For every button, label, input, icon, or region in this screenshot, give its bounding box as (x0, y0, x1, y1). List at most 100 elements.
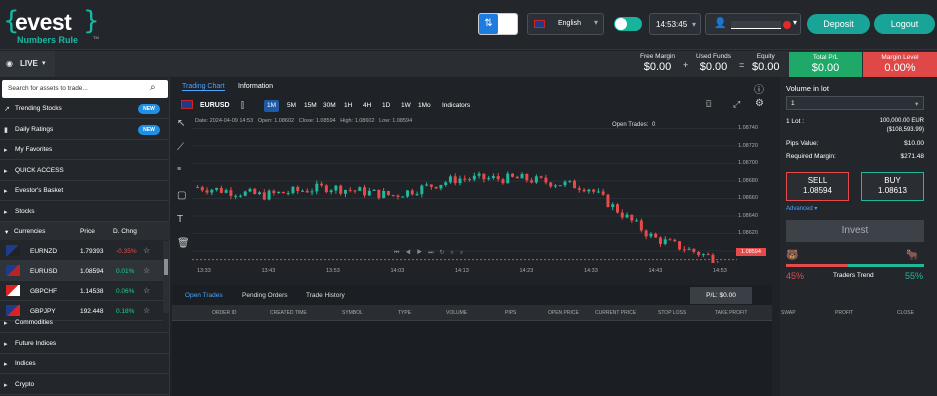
currency-row[interactable]: GBPCHF 1.14538 0.06% ☆ (0, 281, 163, 301)
free-margin-label: Free Margin (640, 53, 676, 60)
sidebar-item[interactable]: ▸ Crypto (0, 375, 170, 395)
timeframe-button[interactable]: 1W (398, 100, 414, 112)
candle-type-icon[interactable]: ⫿ (241, 100, 244, 111)
candle (210, 189, 214, 193)
star-icon[interactable]: ☆ (143, 266, 150, 275)
advanced-toggle[interactable]: Advanced ▾ (786, 205, 817, 212)
chevron-right-icon: ▸ (4, 167, 8, 175)
timeframe-button[interactable]: 1H (341, 100, 355, 112)
buy-price: 1.08613 (878, 186, 907, 195)
timeframe-button[interactable]: 30M (320, 100, 339, 112)
chart-symbol: EURUSD (200, 102, 230, 109)
timeframe-button[interactable]: 1Mo (415, 100, 434, 112)
tab-trading-chart[interactable]: Trading Chart (182, 83, 225, 91)
text-tool-icon[interactable]: T (177, 214, 183, 225)
moon-icon (615, 18, 627, 30)
fib-tool-icon[interactable]: ≡ (177, 166, 181, 173)
user-menu[interactable]: 👤 ▾ (705, 13, 801, 35)
table-column-header: SYMBOL (342, 310, 363, 316)
currency-symbol: GBPCHF (30, 288, 58, 295)
rectangle-tool-icon[interactable]: ▢ (177, 190, 186, 201)
currency-row[interactable]: EURUSD 1.08594 0.01% ☆ (0, 261, 163, 281)
currencies-header[interactable]: ▾ Currencies Price D. Chng (0, 222, 170, 240)
chevron-right-icon: ▸ (4, 147, 8, 154)
candle (334, 185, 338, 191)
sidebar-item[interactable]: ▸ Commodities (0, 313, 170, 333)
candle (224, 190, 228, 193)
chevron-right-icon: ▸ (4, 208, 8, 216)
tab-information[interactable]: Information (238, 83, 273, 90)
sidebar-item[interactable]: ↗ Trending Stocks NEW (0, 99, 170, 119)
candle (382, 190, 386, 198)
clock-select[interactable]: 14:53:45 ▾ (649, 13, 701, 35)
sidebar-item[interactable]: ▸ Stocks (0, 202, 170, 222)
logo[interactable]: { evest } Numbers Rule TM (3, 6, 103, 45)
camera-icon[interactable]: ⌼ (706, 99, 711, 110)
ohlc-info: Date: 2024-04-09 14:53 Open: 1.08602 Clo… (195, 118, 412, 124)
line-tool-icon[interactable]: ⟋ (177, 142, 184, 153)
star-icon[interactable]: ☆ (143, 246, 150, 255)
info-icon[interactable]: ⓘ (754, 81, 764, 96)
scrollbar-thumb[interactable] (164, 259, 168, 275)
buy-button[interactable]: BUY 1.08613 (861, 172, 924, 201)
cursor-tool-icon[interactable]: ↖ (177, 118, 185, 129)
sidebar-item[interactable]: ▸ Future Indices (0, 334, 170, 354)
timeframe-button[interactable]: 15M (301, 100, 320, 112)
currency-row[interactable]: EURNZD 1.79393 -0.35% ☆ (0, 241, 163, 261)
candle (697, 251, 701, 256)
sell-button[interactable]: SELL 1.08594 (786, 172, 849, 201)
chevron-right-icon: ▸ (4, 320, 8, 327)
theme-toggle[interactable] (614, 17, 642, 31)
candle (477, 173, 481, 176)
sidebar-item[interactable]: ▸ Indices (0, 354, 170, 374)
price-tick-label: 1.08740 (738, 125, 758, 131)
volume-select[interactable]: 1 ▾ (786, 96, 924, 110)
timeframe-button[interactable]: 1M (264, 100, 280, 112)
search-icon[interactable]: ⌕ (150, 82, 156, 93)
total-pl-label: Total P/L (812, 54, 839, 61)
sidebar-item[interactable]: ▸ QUICK ACCESS (0, 161, 170, 181)
deposit-button[interactable]: Deposit (807, 14, 870, 34)
candle (596, 191, 600, 193)
candle (482, 173, 486, 180)
time-tick-label: 13:53 (326, 268, 340, 274)
trades-tab[interactable]: Open Trades (185, 292, 223, 299)
swap-toggle[interactable]: ⇅ (478, 13, 518, 35)
star-icon[interactable]: ☆ (143, 286, 150, 295)
timeframe-button[interactable]: 1D (379, 100, 393, 112)
sidebar-item[interactable]: ▸ My Favorites (0, 140, 170, 160)
chevron-right-icon: ▸ (4, 188, 8, 195)
trades-tab[interactable]: Pending Orders (242, 292, 288, 299)
used-funds: Used Funds $0.00 (696, 53, 731, 73)
trades-tab[interactable]: Trade History (306, 292, 345, 299)
currency-scrollbar[interactable] (163, 241, 169, 313)
plus-sign: + (683, 60, 689, 70)
fullscreen-icon[interactable]: ⤢ (733, 99, 740, 110)
invest-button[interactable]: Invest (786, 220, 924, 242)
candle (549, 182, 553, 187)
equity-value: $0.00 (752, 61, 780, 73)
indicators-button[interactable]: Indicators (442, 102, 470, 109)
chart-navigation-controls[interactable]: ⏮◀▶⏭↻⌕⌕ (394, 249, 524, 258)
timeframe-button[interactable]: 4H (360, 100, 374, 112)
sidebar-item[interactable]: ▮ Daily Ratings NEW (0, 120, 170, 140)
language-select[interactable]: English ▾ (527, 13, 604, 35)
logout-button[interactable]: Logout (874, 14, 935, 34)
candle (525, 173, 529, 181)
live-mode-select[interactable]: ◉ LIVE ▾ (0, 51, 55, 77)
bear-percent: 45% (786, 271, 805, 281)
settings-gear-icon[interactable]: ⚙ (755, 98, 764, 109)
candle (515, 176, 519, 179)
candle (219, 187, 223, 193)
candle (616, 204, 619, 213)
candle (534, 176, 538, 183)
candle (396, 195, 400, 197)
search-input[interactable]: Search for assets to trade... ⌕ (2, 80, 168, 98)
table-column-header: PIPS (505, 310, 517, 316)
sidebar-item-label: Evestor's Basket (15, 187, 64, 194)
sidebar-item[interactable]: ▸ Evestor's Basket (0, 181, 170, 201)
candlestick-chart[interactable] (192, 128, 737, 263)
timeframe-button[interactable]: 5M (284, 100, 299, 112)
trash-icon[interactable]: 🗑 (177, 238, 190, 249)
search-placeholder: Search for assets to trade... (8, 85, 88, 92)
